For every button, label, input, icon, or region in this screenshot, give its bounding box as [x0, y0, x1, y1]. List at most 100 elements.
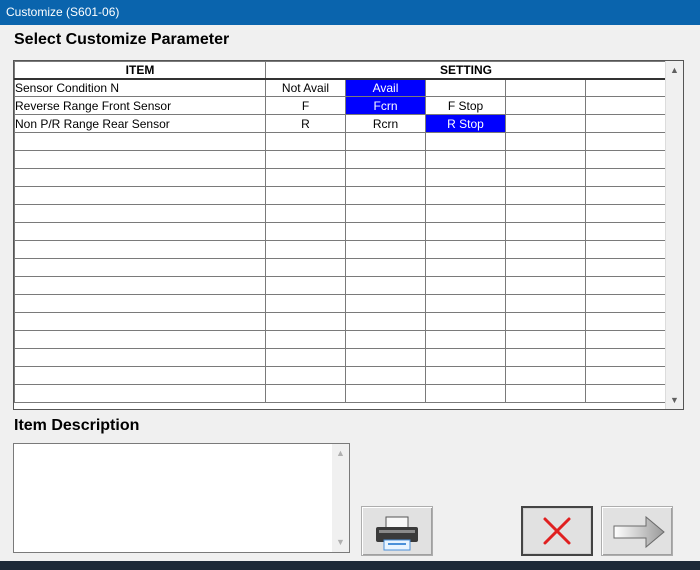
empty-cell	[505, 258, 586, 277]
empty-cell	[265, 294, 346, 313]
empty-cell	[584, 240, 668, 259]
empty-cell	[505, 330, 586, 349]
table-row-empty	[14, 132, 668, 151]
empty-cell	[505, 186, 586, 205]
empty-cell	[345, 384, 426, 403]
table-row-empty	[14, 258, 668, 277]
empty-cell	[265, 276, 346, 295]
scroll-down-icon[interactable]: ▼	[666, 392, 683, 409]
empty-cell	[584, 312, 668, 331]
scroll-up-icon[interactable]: ▲	[666, 62, 683, 79]
empty-cell	[14, 168, 266, 187]
empty-cell	[505, 150, 586, 169]
item-description-box[interactable]: ▲ ▼	[13, 443, 350, 553]
empty-cell	[505, 204, 586, 223]
empty-cell	[584, 204, 668, 223]
desc-scroll-down-icon[interactable]: ▼	[332, 534, 349, 551]
empty-cell	[505, 384, 586, 403]
setting-option[interactable]	[584, 96, 668, 115]
setting-option[interactable]	[505, 114, 586, 133]
red-x-icon	[543, 517, 571, 545]
row-item-label[interactable]: Reverse Range Front Sensor	[14, 96, 266, 115]
setting-option-selected[interactable]: R Stop	[425, 114, 506, 133]
setting-option-selected[interactable]: Avail	[345, 78, 426, 97]
printer-icon	[376, 516, 418, 551]
empty-cell	[265, 132, 346, 151]
table-row-empty	[14, 204, 668, 223]
empty-cell	[14, 276, 266, 295]
empty-cell	[265, 330, 346, 349]
empty-cell	[345, 150, 426, 169]
empty-cell	[425, 366, 506, 385]
table-row-empty	[14, 294, 668, 313]
empty-cell	[584, 186, 668, 205]
empty-cell	[584, 168, 668, 187]
empty-cell	[425, 132, 506, 151]
empty-cell	[265, 150, 346, 169]
empty-cell	[14, 150, 266, 169]
empty-cell	[265, 168, 346, 187]
row-item-label[interactable]: Non P/R Range Rear Sensor	[14, 114, 266, 133]
empty-cell	[14, 366, 266, 385]
description-scrollbar[interactable]: ▲ ▼	[332, 444, 349, 552]
empty-cell	[425, 348, 506, 367]
taskbar	[0, 561, 700, 570]
table-row[interactable]: Sensor Condition N Not Avail Avail	[14, 78, 668, 97]
row-item-label[interactable]: Sensor Condition N	[14, 78, 266, 97]
empty-cell	[265, 186, 346, 205]
empty-cell	[505, 276, 586, 295]
table-row-empty	[14, 348, 668, 367]
empty-cell	[345, 312, 426, 331]
table-row-empty	[14, 168, 668, 187]
empty-cell	[265, 222, 346, 241]
parameter-table: ITEM SETTING Sensor Condition N Not Avail…	[14, 61, 668, 403]
empty-cell	[265, 312, 346, 331]
empty-cell	[14, 240, 266, 259]
empty-cell	[584, 258, 668, 277]
empty-cell	[345, 366, 426, 385]
setting-option[interactable]: F Stop	[425, 96, 506, 115]
table-row[interactable]: Non P/R Range Rear Sensor R Rcrn R Stop	[14, 114, 668, 133]
setting-option[interactable]: Rcrn	[345, 114, 426, 133]
desc-scroll-up-icon[interactable]: ▲	[332, 445, 349, 462]
cancel-button[interactable]	[521, 506, 593, 556]
setting-option[interactable]	[505, 78, 586, 97]
empty-cell	[584, 276, 668, 295]
empty-cell	[584, 348, 668, 367]
setting-option[interactable]	[425, 78, 506, 97]
window-title: Customize (S601-06)	[0, 0, 700, 25]
empty-cell	[425, 150, 506, 169]
setting-option[interactable]	[584, 78, 668, 97]
setting-option[interactable]: F	[265, 96, 346, 115]
empty-cell	[505, 366, 586, 385]
empty-cell	[265, 348, 346, 367]
next-button[interactable]	[601, 506, 673, 556]
table-scrollbar[interactable]: ▲ ▼	[665, 61, 683, 409]
setting-option[interactable]	[505, 96, 586, 115]
empty-cell	[505, 168, 586, 187]
right-arrow-icon	[613, 515, 665, 549]
empty-cell	[265, 258, 346, 277]
empty-cell	[14, 186, 266, 205]
empty-cell	[265, 366, 346, 385]
setting-option[interactable]: R	[265, 114, 346, 133]
header-setting[interactable]: SETTING	[264, 61, 668, 80]
empty-cell	[14, 330, 266, 349]
header-item[interactable]: ITEM	[14, 61, 266, 80]
print-button[interactable]	[361, 506, 433, 556]
empty-cell	[584, 150, 668, 169]
empty-cell	[425, 312, 506, 331]
empty-cell	[345, 186, 426, 205]
empty-cell	[425, 168, 506, 187]
setting-option-selected[interactable]: Fcrn	[345, 96, 426, 115]
setting-option[interactable]	[584, 114, 668, 133]
empty-cell	[425, 186, 506, 205]
setting-option[interactable]: Not Avail	[265, 78, 346, 97]
table-row-empty	[14, 186, 668, 205]
empty-cell	[505, 294, 586, 313]
table-row-empty	[14, 276, 668, 295]
empty-cell	[345, 330, 426, 349]
empty-cell	[425, 240, 506, 259]
empty-cell	[14, 204, 266, 223]
table-row[interactable]: Reverse Range Front Sensor F Fcrn F Stop	[14, 96, 668, 115]
